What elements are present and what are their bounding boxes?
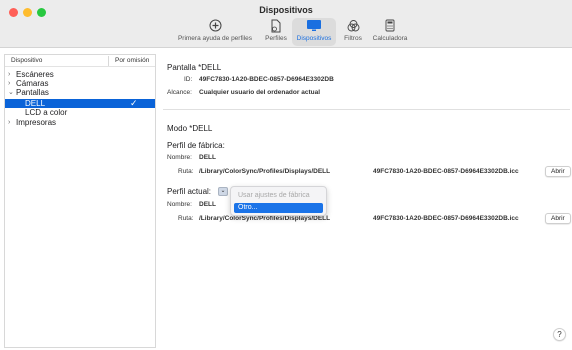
window-title: Dispositivos — [259, 5, 313, 15]
device-group-label: Pantallas — [16, 88, 49, 97]
device-group-displays[interactable]: ⌄ Pantallas — [5, 88, 155, 97]
factory-file-value: 49FC7830-1A20-BDEC-0857-D6964E3302DB.icc — [373, 168, 519, 175]
device-heading: Pantalla *DELL — [167, 63, 222, 72]
current-path-label: Ruta: — [178, 215, 194, 222]
device-id-label: ID: — [184, 76, 193, 83]
device-group-cameras[interactable]: › Cámaras — [5, 79, 155, 88]
default-checkmark-icon: ✓ — [130, 98, 138, 108]
current-file-value: 49FC7830-1A20-BDEC-0857-D6964E3302DB.icc — [373, 215, 519, 222]
factory-name-label: Nombre: — [167, 154, 192, 161]
menu-item-use-factory[interactable]: Usar ajustes de fábrica — [234, 191, 323, 201]
device-detail-panel: Pantalla *DELL ID: 49FC7830-1A20-BDEC-08… — [160, 54, 572, 350]
toolbar-label: Filtros — [344, 35, 362, 42]
profile-popup-button[interactable]: ⌄ — [218, 187, 228, 196]
colorsync-window: Dispositivos Primera ayuda de perfiles P… — [0, 0, 572, 350]
current-open-button[interactable]: Abrir — [545, 213, 571, 224]
device-group-label: Cámaras — [16, 79, 49, 88]
column-separator — [108, 56, 109, 66]
current-name-value: DELL — [199, 201, 216, 208]
chevron-right-icon[interactable]: › — [8, 70, 10, 79]
device-item-lcd[interactable]: LCD a color — [5, 108, 155, 117]
toolbar-profiles[interactable]: Perfiles — [262, 18, 290, 46]
device-scope-value: Cualquier usuario del ordenador actual — [199, 89, 320, 96]
device-group-label: Escáneres — [16, 70, 54, 79]
profile-document-icon — [270, 18, 282, 33]
device-scope-label: Alcance: — [167, 89, 192, 96]
mode-label: Modo *DELL — [167, 124, 213, 133]
current-profile-heading: Perfil actual: — [167, 187, 212, 196]
toolbar-calculator[interactable]: Calculadora — [369, 18, 411, 46]
device-group-scanners[interactable]: › Escáneres — [5, 70, 155, 79]
current-name-label: Nombre: — [167, 201, 192, 208]
device-item-label: LCD a color — [25, 108, 68, 117]
factory-path-value: /Library/ColorSync/Profiles/Displays/DEL… — [199, 168, 331, 175]
chevron-right-icon[interactable]: › — [8, 118, 10, 127]
window-toolbar: Dispositivos Primera ayuda de perfiles P… — [0, 0, 572, 48]
toolbar-filters[interactable]: Filtros — [340, 18, 366, 46]
factory-path-label: Ruta: — [178, 168, 194, 175]
device-group-label: Impresoras — [16, 118, 57, 127]
menu-item-other[interactable]: Otro... — [234, 203, 323, 213]
factory-name-value: DELL — [199, 154, 216, 161]
profile-popup-menu: Usar ajustes de fábrica Otro... — [230, 186, 327, 216]
device-item-dell[interactable]: DELL ✓ — [5, 99, 155, 108]
toolbar-profile-first-aid[interactable]: Primera ayuda de perfiles — [172, 18, 258, 46]
calculator-icon — [385, 18, 395, 33]
display-icon — [306, 18, 322, 33]
current-path-value: /Library/ColorSync/Profiles/Displays/DEL… — [199, 215, 331, 222]
toolbar-label: Perfiles — [265, 35, 287, 42]
chevron-down-icon[interactable]: ⌄ — [8, 88, 14, 97]
column-header-device[interactable]: Dispositivo — [11, 57, 42, 64]
toolbar-label: Primera ayuda de perfiles — [177, 35, 253, 42]
chevron-right-icon[interactable]: › — [8, 79, 10, 88]
factory-profile-heading: Perfil de fábrica: — [167, 141, 225, 150]
section-divider — [163, 109, 570, 110]
toolbar-label: Dispositivos — [296, 35, 332, 42]
stethoscope-plus-icon — [209, 18, 222, 33]
column-header-default[interactable]: Por omisión — [115, 57, 149, 64]
device-item-label: DELL — [25, 99, 46, 108]
factory-open-button[interactable]: Abrir — [545, 166, 571, 177]
device-group-printers[interactable]: › Impresoras — [5, 118, 155, 127]
device-list: Dispositivo Por omisión › Escáneres › Cá… — [4, 54, 156, 348]
device-id-value: 49FC7830-1A20-BDEC-0857-D6964E3302DB — [199, 76, 334, 83]
device-list-header: Dispositivo Por omisión — [5, 55, 155, 67]
filter-icon — [347, 18, 360, 33]
help-button[interactable]: ? — [553, 328, 566, 341]
toolbar-devices[interactable]: Dispositivos — [292, 18, 336, 46]
toolbar-label: Calculadora — [372, 35, 408, 42]
